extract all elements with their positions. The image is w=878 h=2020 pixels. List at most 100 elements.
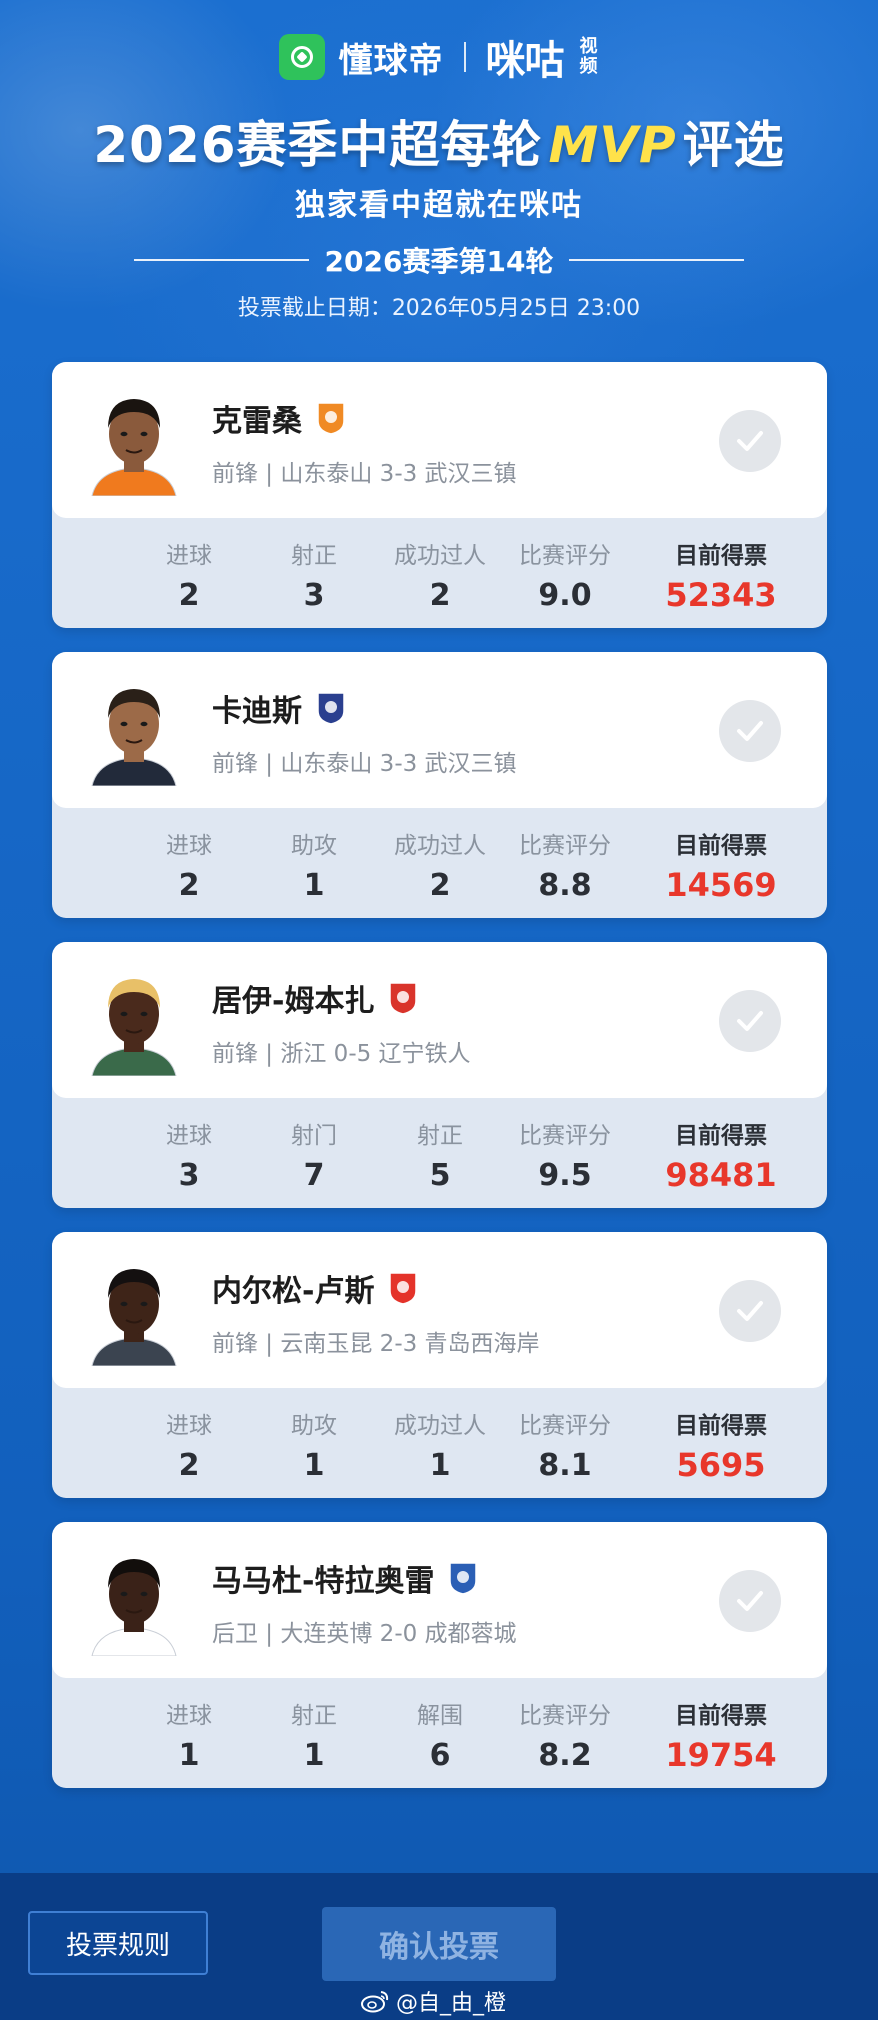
player-avatar	[78, 1544, 190, 1656]
stat-item: 比赛评分 8.8	[510, 826, 620, 903]
player-match-info: 前锋 | 云南玉昆 2-3 青岛西海岸	[212, 1331, 540, 1357]
stat-item: 比赛评分 8.1	[510, 1406, 620, 1483]
current-votes: 目前得票 5695	[651, 1406, 791, 1484]
check-icon	[737, 431, 763, 451]
stat-value: 8.1	[538, 1448, 592, 1483]
player-card[interactable]: 克雷桑 前锋 | 山东泰山 3-3 武汉三镇 进球 2 射正 3 成功过人 2	[52, 362, 827, 628]
player-name-row: 居伊-姆本扎	[212, 976, 418, 1020]
stat-label: 进球	[166, 1413, 212, 1439]
stat-label: 射门	[291, 1123, 337, 1149]
stat-label: 比赛评分	[519, 833, 611, 859]
player-info-panel: 卡迪斯 前锋 | 山东泰山 3-3 武汉三镇	[52, 652, 827, 808]
stat-label: 射正	[291, 1703, 337, 1729]
stat-label: 射正	[291, 543, 337, 569]
stat-value: 2	[178, 868, 200, 903]
footer-bar: 投票规则 确认投票 @自_由_橙	[0, 1873, 878, 2020]
page-title: 2026赛季中超每轮 MVP 评选	[0, 105, 878, 177]
select-player-checkbox[interactable]	[719, 1280, 781, 1342]
team-badge-icon	[317, 692, 345, 725]
stat-label: 助攻	[291, 833, 337, 859]
select-player-checkbox[interactable]	[719, 990, 781, 1052]
team-badge-icon	[389, 982, 418, 1015]
round-row: 2026赛季第14轮	[0, 240, 878, 280]
player-stats: 进球 3 射门 7 射正 5 比赛评分 9.5 目前得票 98481	[52, 1098, 827, 1208]
stat-item: 成功过人 1	[385, 1406, 495, 1483]
stat-value: 2	[429, 868, 451, 903]
stat-label: 比赛评分	[519, 543, 611, 569]
stat-item: 进球 2	[134, 1406, 244, 1483]
divider-left	[133, 259, 309, 261]
stat-item: 进球 1	[134, 1696, 244, 1773]
brand-row: 懂球帝 咪咕 视频	[0, 28, 878, 86]
stat-label: 比赛评分	[519, 1413, 611, 1439]
stat-label: 解围	[417, 1703, 463, 1729]
stat-item: 比赛评分 9.5	[510, 1116, 620, 1193]
player-info-panel: 克雷桑 前锋 | 山东泰山 3-3 武汉三镇	[52, 362, 827, 518]
stat-item: 进球 2	[134, 826, 244, 903]
votes-label: 目前得票	[675, 1703, 767, 1729]
stat-value: 1	[303, 868, 325, 903]
player-name-row: 马马杜-特拉奥雷	[212, 1556, 478, 1600]
stat-label: 进球	[166, 833, 212, 859]
select-player-checkbox[interactable]	[719, 1570, 781, 1632]
votes-count: 52343	[665, 576, 777, 614]
player-stats: 进球 2 助攻 1 成功过人 1 比赛评分 8.1 目前得票 5695	[52, 1388, 827, 1498]
check-icon	[737, 1591, 763, 1611]
stat-value: 2	[178, 1448, 200, 1483]
player-card[interactable]: 内尔松-卢斯 前锋 | 云南玉昆 2-3 青岛西海岸 进球 2 助攻 1 成功过…	[52, 1232, 827, 1498]
brand-name-migu: 咪咕	[485, 38, 565, 84]
check-icon	[737, 1011, 763, 1031]
stat-value: 1	[429, 1448, 451, 1483]
stat-label: 成功过人	[394, 1413, 486, 1439]
stat-label: 进球	[166, 543, 212, 569]
stat-value: 1	[303, 1448, 325, 1483]
player-name-row: 卡迪斯	[212, 686, 346, 730]
stat-label: 助攻	[291, 1413, 337, 1439]
check-icon	[737, 721, 763, 741]
stat-label: 进球	[166, 1703, 212, 1729]
player-stats: 进球 2 射正 3 成功过人 2 比赛评分 9.0 目前得票 52343	[52, 518, 827, 628]
stat-value: 3	[178, 1158, 200, 1193]
current-votes: 目前得票 52343	[651, 536, 791, 614]
current-votes: 目前得票 98481	[651, 1116, 791, 1194]
player-stats: 进球 2 助攻 1 成功过人 2 比赛评分 8.8 目前得票 14569	[52, 808, 827, 918]
select-player-checkbox[interactable]	[719, 700, 781, 762]
stat-value: 8.2	[538, 1738, 592, 1773]
player-stats: 进球 1 射正 1 解围 6 比赛评分 8.2 目前得票 19754	[52, 1678, 827, 1788]
select-player-checkbox[interactable]	[719, 410, 781, 472]
current-votes: 目前得票 14569	[651, 826, 791, 904]
brand-name-dongqiudi: 懂球帝	[338, 40, 444, 81]
player-card[interactable]: 卡迪斯 前锋 | 山东泰山 3-3 武汉三镇 进球 2 助攻 1 成功过人 2	[52, 652, 827, 918]
player-avatar	[78, 1254, 190, 1366]
stat-label: 射正	[417, 1123, 463, 1149]
stat-item: 射正 3	[259, 536, 369, 613]
player-match-info: 前锋 | 山东泰山 3-3 武汉三镇	[212, 461, 517, 487]
stat-item: 进球 2	[134, 536, 244, 613]
brand-migu-video: 视频	[579, 36, 598, 77]
team-badge-icon	[449, 1562, 478, 1595]
player-card[interactable]: 马马杜-特拉奥雷 后卫 | 大连英博 2-0 成都蓉城 进球 1 射正 1 解围	[52, 1522, 827, 1788]
current-votes: 目前得票 19754	[651, 1696, 791, 1774]
stat-item: 比赛评分 9.0	[510, 536, 620, 613]
player-avatar	[78, 384, 190, 496]
player-card[interactable]: 居伊-姆本扎 前锋 | 浙江 0-5 辽宁铁人 进球 3 射门 7 射正 5 比…	[52, 942, 827, 1208]
player-info-panel: 马马杜-特拉奥雷 后卫 | 大连英博 2-0 成都蓉城	[52, 1522, 827, 1678]
brand-divider	[463, 42, 466, 72]
player-avatar	[78, 964, 190, 1076]
stat-item: 射正 1	[259, 1696, 369, 1773]
confirm-vote-button[interactable]: 确认投票	[322, 1907, 556, 1981]
team-badge-icon	[389, 1272, 418, 1305]
dongqiudi-logo-icon	[278, 34, 325, 80]
vote-rules-button[interactable]: 投票规则	[28, 1911, 208, 1975]
player-match-info: 后卫 | 大连英博 2-0 成都蓉城	[212, 1621, 517, 1647]
player-match-info: 前锋 | 浙江 0-5 辽宁铁人	[212, 1041, 471, 1067]
stat-label: 成功过人	[394, 543, 486, 569]
stat-value: 5	[429, 1158, 451, 1193]
stat-value: 1	[303, 1738, 325, 1773]
title-mvp: MVP	[548, 116, 677, 174]
round-label: 2026赛季第14轮	[324, 245, 554, 278]
player-name-row: 内尔松-卢斯	[212, 1266, 418, 1310]
watermark-text: @自_由_橙	[396, 1991, 507, 2016]
player-info-panel: 居伊-姆本扎 前锋 | 浙江 0-5 辽宁铁人	[52, 942, 827, 1098]
check-icon	[737, 1301, 763, 1321]
